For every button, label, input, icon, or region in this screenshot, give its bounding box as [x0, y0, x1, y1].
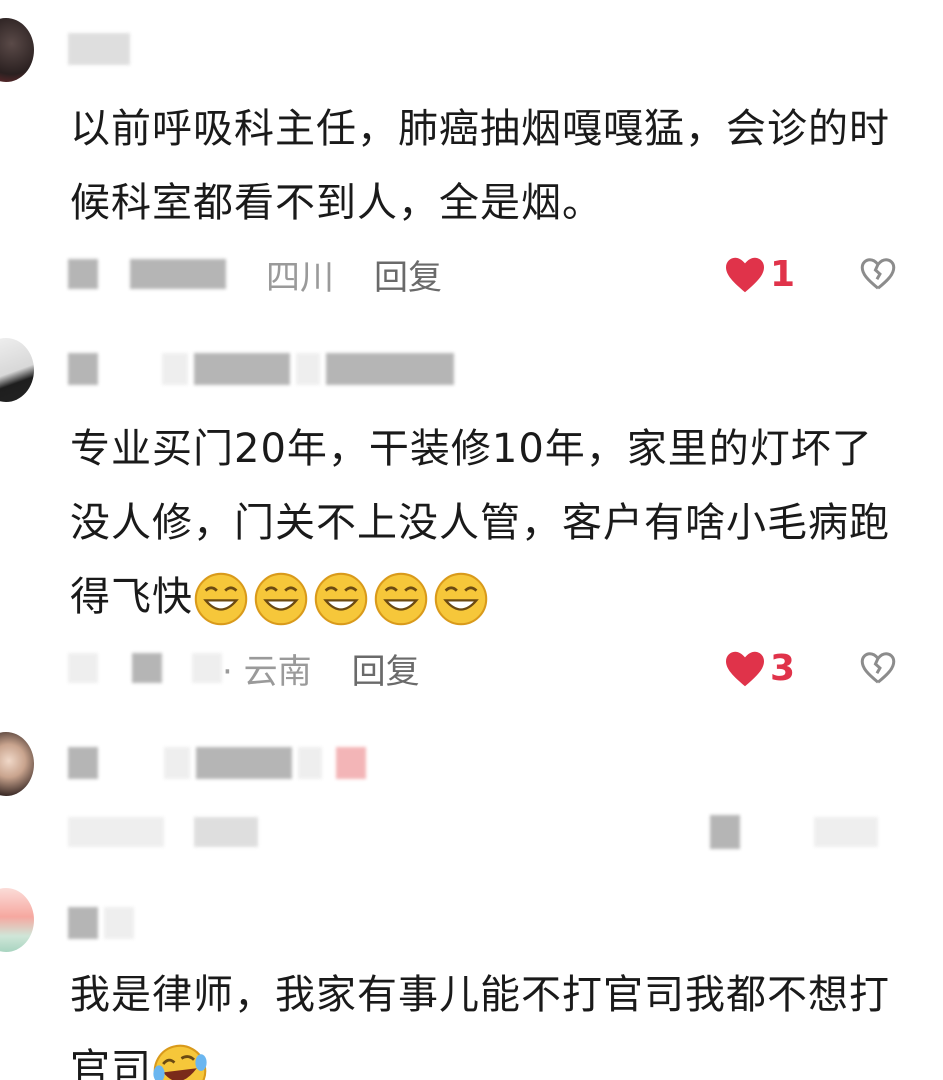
- avatar[interactable]: [0, 18, 34, 82]
- like-button[interactable]: 3: [724, 648, 795, 689]
- grinning-squint-emoji: [314, 572, 368, 626]
- comment-list: 以前呼吸科主任，肺癌抽烟嘎嘎猛，会诊的时候科室都看不到人，全是烟。 四川 回复 …: [0, 0, 943, 1080]
- avatar[interactable]: [0, 732, 34, 796]
- heart-icon: [726, 257, 764, 292]
- location-label: 四川: [266, 257, 334, 298]
- like-count: 3: [770, 648, 796, 689]
- avatar[interactable]: [0, 888, 34, 952]
- broken-heart-icon[interactable]: [860, 650, 896, 686]
- grinning-squint-emoji: [374, 572, 428, 626]
- comment-text: 以前呼吸科主任，肺癌抽烟嘎嘎猛，会诊的时候科室都看不到人，全是烟。: [70, 106, 890, 226]
- like-count: 1: [770, 254, 796, 295]
- reply-button[interactable]: 回复: [374, 250, 442, 299]
- like-button[interactable]: 1: [724, 254, 795, 295]
- location-label: · 云南: [222, 651, 312, 692]
- heart-icon: [726, 651, 764, 686]
- grinning-squint-emoji: [434, 572, 488, 626]
- avatar[interactable]: [0, 338, 34, 402]
- grinning-squint-emoji: [254, 572, 308, 626]
- comment-text: 我是律师，我家有事儿能不打官司我都不想打官司: [70, 958, 910, 1080]
- comment-text: 专业买门20年，干装修10年，家里的灯坏了没人修，门关不上没人管，客户有啥小毛病…: [70, 412, 910, 634]
- username-blurred[interactable]: [68, 746, 366, 780]
- laughing-tears-emoji: [153, 1044, 207, 1080]
- broken-heart-icon[interactable]: [860, 256, 896, 292]
- username-blurred[interactable]: [68, 906, 134, 940]
- username-blurred[interactable]: [68, 32, 130, 66]
- comment-meta-blurred: [68, 812, 908, 852]
- grinning-squint-emoji: [194, 572, 248, 626]
- username-blurred[interactable]: [68, 352, 454, 386]
- reply-button[interactable]: 回复: [352, 644, 420, 693]
- emoji-group: [193, 571, 489, 627]
